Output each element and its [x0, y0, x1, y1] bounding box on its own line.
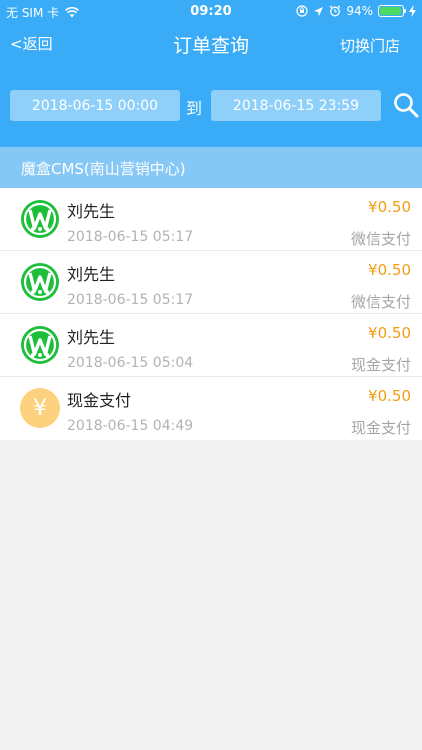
location-icon — [314, 6, 324, 16]
switch-store-button[interactable]: 切换门店 — [340, 35, 400, 56]
order-time: 2018-06-15 04:49 — [67, 418, 194, 434]
alarm-icon — [329, 5, 341, 17]
order-amount: ¥0.50 — [368, 387, 411, 405]
order-amount: ¥0.50 — [368, 324, 411, 342]
status-bar: 无 SIM 卡 09:20 94% — [0, 0, 422, 22]
wechat-pay-logo — [21, 200, 59, 238]
date-separator: 到 — [186, 99, 203, 118]
order-row[interactable]: ¥ 现金支付 2018-06-15 04:49 ¥0.50 现金支付 — [0, 377, 422, 440]
end-date-input[interactable]: 2018-06-15 23:59 — [211, 90, 381, 121]
order-row[interactable]: 刘先生 2018-06-15 05:17 ¥0.50 微信支付 — [0, 188, 422, 251]
battery-icon — [378, 5, 406, 17]
wechat-pay-icon — [20, 325, 60, 365]
battery-percent: 94% — [346, 4, 373, 18]
wechat-pay-logo — [21, 326, 59, 364]
order-payment-method: 微信支付 — [350, 293, 411, 311]
wechat-pay-logo — [21, 263, 59, 301]
order-customer-name: 刘先生 — [67, 202, 116, 221]
order-payment-method: 现金支付 — [350, 356, 411, 374]
wechat-pay-icon — [20, 199, 60, 239]
order-amount: ¥0.50 — [368, 198, 411, 216]
order-time: 2018-06-15 05:17 — [67, 292, 194, 308]
date-filter: 2018-06-15 00:00 到 2018-06-15 23:59 — [0, 90, 422, 122]
start-date-input[interactable]: 2018-06-15 00:00 — [10, 90, 180, 121]
order-customer-name: 刘先生 — [67, 265, 116, 284]
order-time: 2018-06-15 05:17 — [67, 229, 194, 245]
cash-icon: ¥ — [20, 388, 60, 428]
charging-icon — [409, 5, 416, 17]
order-payment-method: 微信支付 — [350, 230, 411, 248]
order-payment-method: 现金支付 — [350, 419, 411, 437]
wechat-pay-icon — [20, 262, 60, 302]
store-name-bar: 魔盒CMS(南山营销中心) — [0, 147, 422, 188]
battery-level — [380, 7, 401, 15]
order-amount: ¥0.50 — [368, 261, 411, 279]
nav-bar: <返回 订单查询 切换门店 — [0, 22, 422, 66]
order-customer-name: 刘先生 — [67, 328, 116, 347]
status-right: 94% — [296, 4, 416, 18]
order-row[interactable]: 刘先生 2018-06-15 05:17 ¥0.50 微信支付 — [0, 251, 422, 314]
rotation-lock-icon — [296, 5, 308, 17]
order-list: 刘先生 2018-06-15 05:17 ¥0.50 微信支付 刘先生 2018-06-… — [0, 188, 422, 440]
order-customer-name: 现金支付 — [67, 391, 132, 410]
header: 无 SIM 卡 09:20 94% <返回 订单查询 切换门店 2018-06-… — [0, 0, 422, 147]
search-icon[interactable] — [393, 92, 419, 118]
order-row[interactable]: 刘先生 2018-06-15 05:04 ¥0.50 现金支付 — [0, 314, 422, 377]
order-time: 2018-06-15 05:04 — [67, 355, 194, 371]
